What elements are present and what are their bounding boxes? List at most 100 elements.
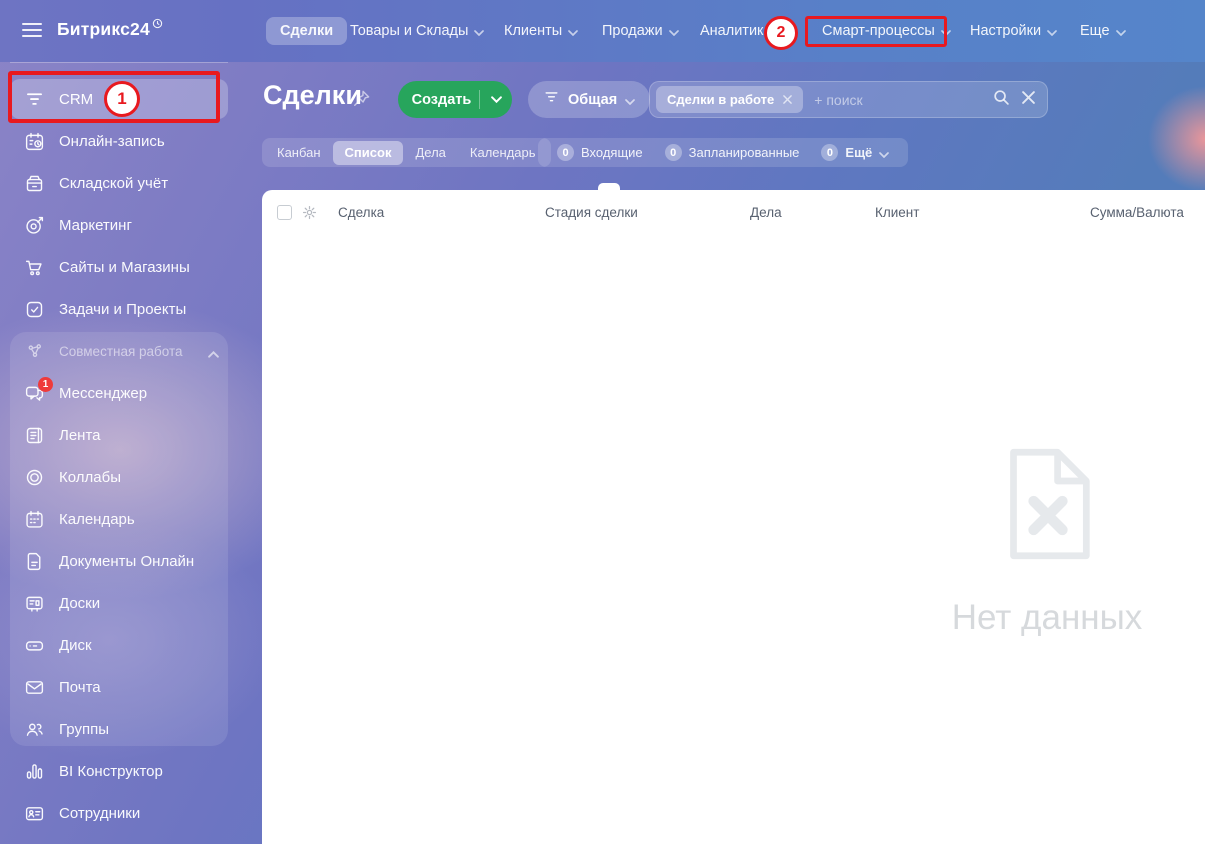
crm-funnel-icon [24, 89, 45, 110]
counter-more[interactable]: 0 Ещё [810, 144, 900, 161]
chevron-down-icon [879, 146, 890, 161]
tab-activities[interactable]: Дела [403, 141, 457, 165]
warehouse-box-icon [24, 173, 45, 194]
topnav-deals[interactable]: Сделки [266, 17, 348, 45]
sidebar-item-label: Мессенджер [59, 384, 148, 402]
board-icon [24, 593, 45, 614]
app-logo[interactable]: Битрикс24 [57, 18, 163, 40]
sidebar-item-collabs[interactable]: Коллабы [0, 456, 245, 498]
calendar-icon [24, 509, 45, 530]
sidebar-item-bi-builder[interactable]: BI Конструктор [0, 750, 245, 792]
chevron-down-icon [777, 24, 788, 40]
sidebar-item-tasks-projects[interactable]: Задачи и Проекты [0, 288, 245, 330]
column-header-stage[interactable]: Стадия сделки [545, 205, 638, 220]
sidebar-item-label: Календарь [59, 510, 135, 528]
page-title: Сделки [263, 80, 362, 110]
column-header-deal[interactable]: Сделка [338, 205, 384, 220]
column-header-amount-currency[interactable]: Сумма/Валюта [1090, 205, 1184, 220]
sidebar-item-label: BI Конструктор [59, 762, 163, 780]
sidebar-item-employees[interactable]: Сотрудники [0, 792, 245, 834]
drive-icon [24, 635, 45, 656]
check-square-icon [24, 299, 45, 320]
sidebar-item-messenger[interactable]: 1 Мессенджер [0, 372, 245, 414]
select-all-checkbox[interactable] [277, 205, 292, 220]
counters-bar: 0 Входящие 0 Запланированные 0 Ещё [538, 138, 909, 167]
pin-icon[interactable] [352, 89, 371, 113]
target-icon [24, 215, 45, 236]
tab-calendar[interactable]: Календарь [458, 141, 548, 165]
chip-close-icon[interactable] [783, 92, 793, 107]
topnav-settings[interactable]: Настройки [966, 17, 1061, 45]
chevron-down-icon [1115, 24, 1126, 40]
create-button[interactable]: Создать [398, 81, 512, 118]
sidebar-item-groups[interactable]: Группы [0, 708, 245, 750]
sidebar-item-label: Сайты и Магазины [59, 258, 190, 276]
funnel-icon [543, 89, 560, 110]
counter-badge: 0 [664, 144, 682, 161]
bar-chart-icon [24, 761, 45, 782]
column-header-client[interactable]: Клиент [875, 205, 919, 220]
search-filter-chip[interactable]: Сделки в работе [656, 86, 804, 113]
sidebar: Онлайн-запись Складской учёт Маркетинг С… [0, 120, 245, 834]
sidebar-item-label: Складской учёт [59, 174, 169, 192]
sidebar-item-label: Коллабы [59, 468, 121, 486]
sidebar-section-collaboration[interactable]: Совместная работа [0, 330, 245, 372]
document-icon [24, 551, 45, 572]
counter-badge: 0 [821, 144, 839, 161]
chevron-down-icon [568, 24, 579, 40]
deals-table-panel: Сделка Стадия сделки Дела Клиент Сумма/В… [262, 190, 1205, 844]
counter-incoming[interactable]: 0 Входящие [546, 144, 654, 161]
sidebar-item-sites-stores[interactable]: Сайты и Магазины [0, 246, 245, 288]
sidebar-item-calendar[interactable]: Календарь [0, 498, 245, 540]
chevron-down-icon [1047, 24, 1057, 40]
sidebar-item-online-booking[interactable]: Онлайн-запись [0, 120, 245, 162]
sidebar-item-crm[interactable]: CRM [10, 79, 228, 119]
search-placeholder: + поиск [814, 91, 863, 108]
gear-icon[interactable] [302, 205, 317, 225]
chat-icon: 1 [24, 376, 53, 404]
counter-planned[interactable]: 0 Запланированные [654, 144, 811, 161]
column-header-activities[interactable]: Дела [750, 205, 782, 220]
calendar-clock-icon [24, 131, 45, 152]
sidebar-item-feed[interactable]: Лента [0, 414, 245, 456]
tab-list[interactable]: Список [332, 140, 404, 165]
menu-icon[interactable] [22, 23, 42, 39]
clear-search-icon[interactable] [1022, 90, 1035, 109]
sidebar-item-drive[interactable]: Диск [0, 624, 245, 666]
wallpaper-pink-shape [1148, 86, 1205, 192]
shopping-cart-icon [24, 257, 45, 278]
tab-kanban[interactable]: Канбан [265, 141, 333, 165]
topnav-clients[interactable]: Клиенты [500, 17, 582, 45]
clock-icon [152, 13, 163, 34]
counter-badge: 0 [557, 144, 574, 161]
collaboration-icon [24, 341, 45, 362]
topnav-smart-processes[interactable]: Смарт-процессы [818, 17, 955, 45]
sidebar-item-label: Документы Онлайн [59, 552, 195, 570]
id-card-icon [24, 803, 45, 824]
chevron-down-icon [668, 24, 679, 40]
feed-icon [24, 425, 45, 446]
topnav-more[interactable]: Еще [1076, 17, 1130, 45]
sidebar-item-label: Лента [59, 426, 101, 444]
topnav-products-warehouses[interactable]: Товары и Склады [346, 17, 488, 45]
topnav-sales[interactable]: Продажи [598, 17, 683, 45]
search-icon[interactable] [993, 89, 1010, 111]
chevron-up-icon[interactable] [208, 346, 219, 361]
search-input[interactable]: Сделки в работе + поиск [649, 81, 1048, 118]
sidebar-item-label: Маркетинг [59, 216, 132, 234]
messenger-unread-badge: 1 [38, 376, 53, 392]
sidebar-item-label: Сотрудники [59, 804, 141, 822]
chevron-down-icon[interactable] [480, 96, 512, 103]
sidebar-item-boards[interactable]: Доски [0, 582, 245, 624]
sidebar-item-marketing[interactable]: Маркетинг [0, 204, 245, 246]
bitrix24-app: Битрикс24 Сделки Товары и Склады Клиенты… [0, 0, 1205, 844]
sidebar-item-mail[interactable]: Почта [0, 666, 245, 708]
sidebar-item-docs-online[interactable]: Документы Онлайн [0, 540, 245, 582]
empty-state-document-icon [1002, 447, 1094, 566]
people-icon [24, 719, 45, 740]
empty-state-text: Нет данных [951, 598, 1143, 637]
sidebar-item-inventory[interactable]: Складской учёт [0, 162, 245, 204]
filter-preset-button[interactable]: Общая [528, 81, 651, 118]
sidebar-item-label: Группы [59, 720, 109, 738]
topnav-analytics[interactable]: Аналитика [696, 17, 792, 45]
